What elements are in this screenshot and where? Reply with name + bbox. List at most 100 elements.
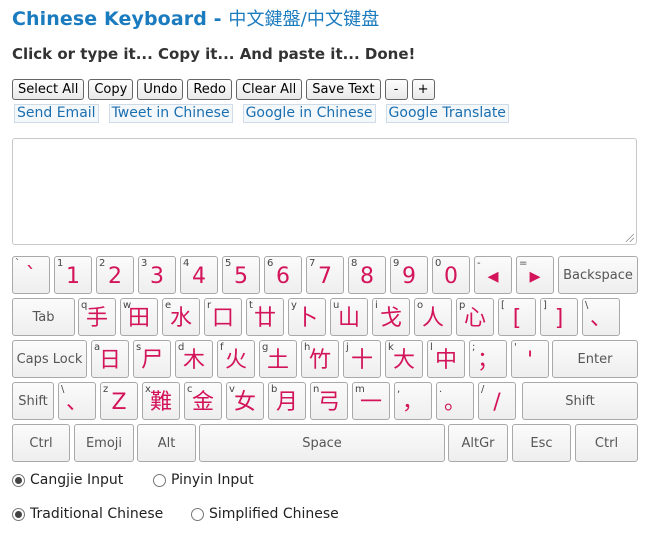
right-shift-key-label: Shift bbox=[565, 393, 595, 409]
simplified-radio[interactable] bbox=[191, 507, 204, 521]
redo-button[interactable]: Redo bbox=[187, 79, 232, 100]
key[interactable]: k大 bbox=[385, 340, 423, 378]
pinyin-radio[interactable] bbox=[153, 473, 166, 487]
font-increase-button[interactable]: + bbox=[411, 79, 435, 100]
select-all-button[interactable]: Select All bbox=[12, 79, 85, 100]
traditional-option[interactable]: Traditional Chinese bbox=[12, 506, 163, 522]
left-ctrl-key[interactable]: Ctrl bbox=[12, 424, 70, 462]
key[interactable]: i戈 bbox=[372, 298, 410, 336]
key[interactable]: = ▸ bbox=[516, 256, 554, 294]
google-translate-link[interactable]: Google Translate bbox=[385, 104, 509, 123]
key[interactable]: e水 bbox=[162, 298, 200, 336]
key[interactable]: ;； bbox=[469, 340, 507, 378]
key[interactable]: / / bbox=[478, 382, 516, 420]
enter-key[interactable]: Enter bbox=[552, 340, 638, 378]
save-text-button[interactable]: Save Text bbox=[306, 79, 381, 100]
key[interactable]: h竹 bbox=[301, 340, 339, 378]
key-char: ▸ bbox=[529, 264, 541, 289]
key[interactable]: v女 bbox=[226, 382, 264, 420]
key[interactable]: 22 bbox=[96, 256, 134, 294]
key[interactable]: 33 bbox=[138, 256, 176, 294]
key[interactable]: y卜 bbox=[288, 298, 326, 336]
key[interactable]: ]] bbox=[540, 298, 578, 336]
send-email-link[interactable]: Send Email bbox=[14, 104, 99, 123]
key[interactable]: 77 bbox=[306, 256, 344, 294]
tweet-link[interactable]: Tweet in Chinese bbox=[108, 104, 233, 123]
key[interactable]: p心 bbox=[456, 298, 494, 336]
key[interactable]: zZ bbox=[100, 382, 138, 420]
key[interactable]: a日 bbox=[91, 340, 129, 378]
key[interactable]: q手 bbox=[78, 298, 116, 336]
esc-key[interactable]: Esc bbox=[512, 424, 571, 462]
key[interactable]: [[ bbox=[498, 298, 536, 336]
key[interactable]: u山 bbox=[330, 298, 368, 336]
key[interactable]: 44 bbox=[180, 256, 218, 294]
backspace-key-label: Backspace bbox=[563, 267, 633, 283]
traditional-radio[interactable] bbox=[12, 507, 25, 521]
backspace-key[interactable]: Backspace bbox=[558, 256, 638, 294]
key[interactable]: f火 bbox=[217, 340, 255, 378]
key-char: 6 bbox=[276, 264, 290, 289]
caps-lock-key[interactable]: Caps Lock bbox=[12, 340, 87, 378]
cangjie-radio[interactable] bbox=[12, 473, 25, 487]
key[interactable]: ,， bbox=[394, 382, 432, 420]
key-char: [ bbox=[512, 306, 522, 331]
key[interactable]: .。 bbox=[436, 382, 474, 420]
key[interactable]: - ◂ bbox=[474, 256, 512, 294]
google-search-link[interactable]: Google in Chinese bbox=[242, 104, 376, 123]
key[interactable]: n弓 bbox=[310, 382, 348, 420]
cangjie-option[interactable]: Cangjie Input bbox=[12, 472, 123, 488]
key-char: 、 bbox=[589, 306, 612, 331]
key-char: 火 bbox=[224, 348, 247, 373]
pinyin-option[interactable]: Pinyin Input bbox=[153, 472, 254, 488]
key[interactable]: d木 bbox=[175, 340, 213, 378]
clear-all-button[interactable]: Clear All bbox=[235, 79, 303, 100]
traditional-label: Traditional Chinese bbox=[30, 506, 164, 522]
key[interactable]: s尸 bbox=[133, 340, 171, 378]
key[interactable]: \、 bbox=[582, 298, 620, 336]
key[interactable]: o人 bbox=[414, 298, 452, 336]
key-char: 木 bbox=[182, 348, 205, 373]
key[interactable]: 88 bbox=[348, 256, 386, 294]
key[interactable]: 66 bbox=[264, 256, 302, 294]
left-shift-key[interactable]: Shift bbox=[12, 382, 54, 420]
key[interactable]: w田 bbox=[120, 298, 158, 336]
key[interactable]: x難 bbox=[142, 382, 180, 420]
text-editor[interactable] bbox=[12, 138, 637, 245]
key[interactable]: j十 bbox=[343, 340, 381, 378]
key-char: 金 bbox=[191, 390, 214, 415]
virtual-keyboard: ` ` 1 1 2 2 3 3 4 4 5 5 6 6 7 7 8 8 9 9 0 0- ◂ = ▸ Backspace Tab q 手… bbox=[12, 256, 638, 466]
simplified-option[interactable]: Simplified Chinese bbox=[191, 506, 339, 522]
key[interactable]: \、 bbox=[58, 382, 96, 420]
right-shift-key[interactable]: Shift bbox=[522, 382, 638, 420]
key-char: 心 bbox=[463, 306, 486, 331]
key[interactable]: g土 bbox=[259, 340, 297, 378]
right-ctrl-key[interactable]: Ctrl bbox=[575, 424, 638, 462]
resize-handle-icon[interactable] bbox=[626, 234, 634, 242]
key-char: 9 bbox=[402, 264, 416, 289]
key[interactable]: t廿 bbox=[246, 298, 284, 336]
key-char: 3 bbox=[150, 264, 164, 289]
key[interactable]: b月 bbox=[268, 382, 306, 420]
altgr-key[interactable]: AltGr bbox=[448, 424, 508, 462]
tab-key[interactable]: Tab bbox=[12, 298, 75, 336]
space-key[interactable]: Space bbox=[199, 424, 445, 462]
key[interactable]: c金 bbox=[184, 382, 222, 420]
key[interactable]: l中 bbox=[427, 340, 465, 378]
emoji-key[interactable]: Emoji bbox=[74, 424, 134, 462]
font-decrease-button[interactable]: - bbox=[384, 79, 408, 100]
copy-button[interactable]: Copy bbox=[88, 79, 134, 100]
key[interactable]: 00 bbox=[432, 256, 470, 294]
key-char: 卜 bbox=[295, 306, 318, 331]
undo-button[interactable]: Undo bbox=[137, 79, 184, 100]
alt-key[interactable]: Alt bbox=[137, 424, 196, 462]
key[interactable]: 55 bbox=[222, 256, 260, 294]
key[interactable]: r口 bbox=[204, 298, 242, 336]
key[interactable]: 11 bbox=[54, 256, 92, 294]
title-subtitle: 中文鍵盤/中文键盘 bbox=[228, 9, 380, 30]
alt-key-label: Alt bbox=[157, 435, 176, 451]
key[interactable]: ` ` bbox=[12, 256, 50, 294]
key[interactable]: 99 bbox=[390, 256, 428, 294]
key[interactable]: m一 bbox=[352, 382, 390, 420]
key[interactable]: ' ' bbox=[511, 340, 549, 378]
